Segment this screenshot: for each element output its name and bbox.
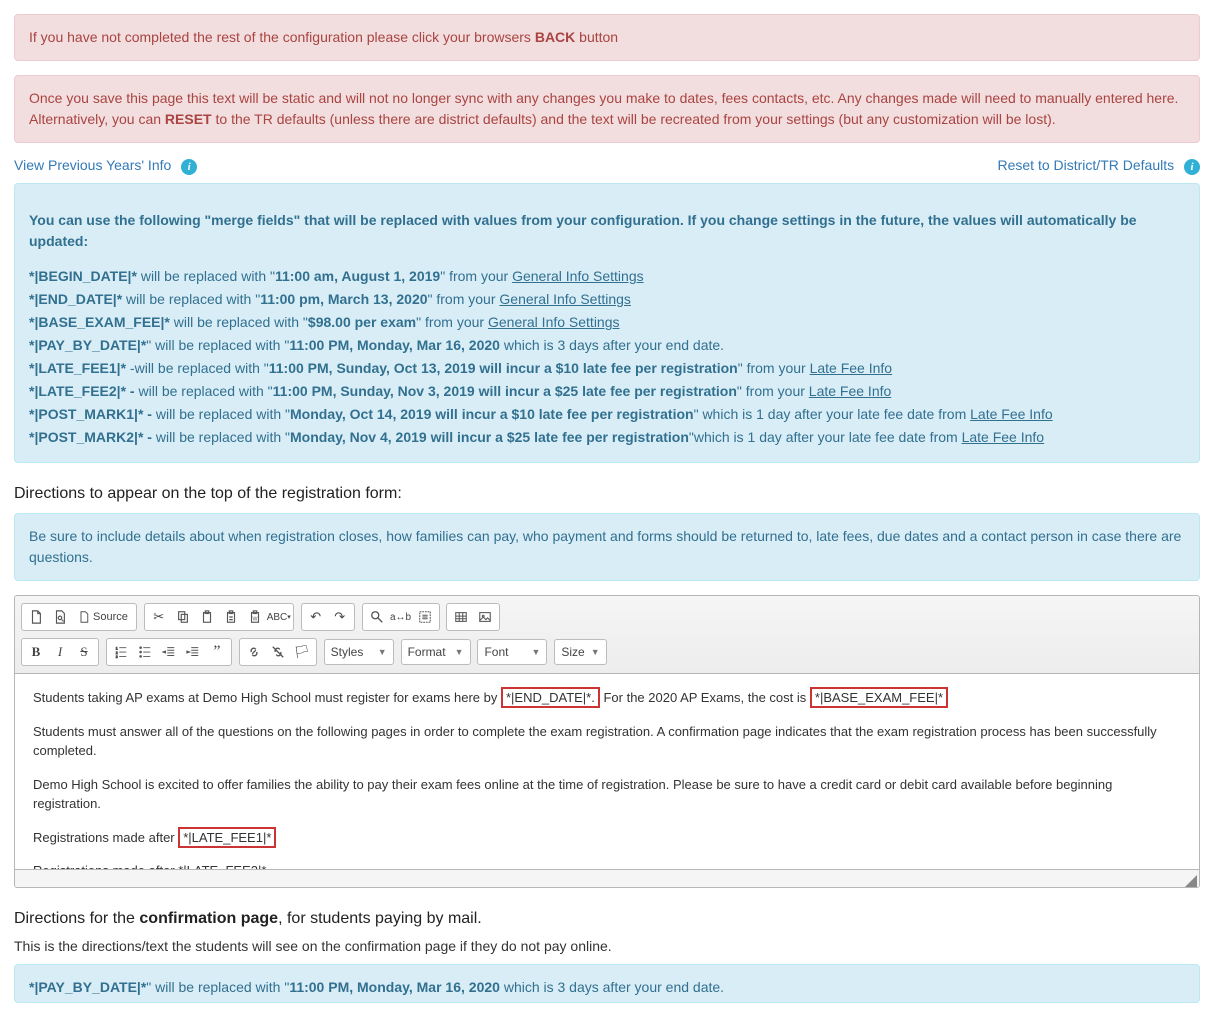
alert-save-post: to the TR defaults (unless there are dis… bbox=[212, 111, 1056, 127]
confirmation-heading: Directions for the confirmation page, fo… bbox=[14, 910, 1200, 928]
size-combo[interactable]: Size▼ bbox=[554, 639, 606, 665]
paste-icon[interactable] bbox=[195, 606, 219, 628]
reset-defaults-link[interactable]: Reset to District/TR Defaults bbox=[998, 157, 1175, 173]
bulleted-list-icon[interactable] bbox=[133, 641, 157, 663]
paste-word-icon[interactable]: W bbox=[243, 606, 267, 628]
info-icon[interactable]: i bbox=[1184, 159, 1200, 175]
merge-intro: You can use the following "merge fields"… bbox=[29, 210, 1185, 252]
view-previous-years-link[interactable]: View Previous Years' Info bbox=[14, 157, 171, 173]
info-icon[interactable]: i bbox=[181, 159, 197, 175]
svg-text:1: 1 bbox=[116, 646, 118, 650]
rich-text-editor: Source ✂ W ABC▾ ↶ ↷ bbox=[14, 595, 1200, 888]
svg-text:3: 3 bbox=[116, 655, 118, 659]
replace-icon[interactable]: a↔b bbox=[389, 606, 413, 628]
merge-field-late-fee1: *|LATE_FEE1|* bbox=[178, 827, 276, 848]
alert-back-text-pre: If you have not completed the rest of th… bbox=[29, 29, 535, 45]
styles-combo[interactable]: Styles▼ bbox=[324, 639, 394, 665]
general-info-link[interactable]: General Info Settings bbox=[488, 314, 620, 330]
late-fee-info-link[interactable]: Late Fee Info bbox=[962, 429, 1045, 445]
directions-heading: Directions to appear on the top of the r… bbox=[14, 485, 1200, 503]
blockquote-icon[interactable]: ” bbox=[205, 641, 229, 663]
font-combo[interactable]: Font▼ bbox=[477, 639, 547, 665]
select-all-icon[interactable] bbox=[413, 606, 437, 628]
unlink-icon[interactable] bbox=[266, 641, 290, 663]
preview-icon[interactable] bbox=[48, 606, 72, 628]
strike-icon[interactable]: S bbox=[72, 641, 96, 663]
paste-text-icon[interactable] bbox=[219, 606, 243, 628]
merge-late-fee1: *|LATE_FEE1|* -will be replaced with "11… bbox=[29, 358, 1185, 379]
redo-icon[interactable]: ↷ bbox=[328, 606, 352, 628]
late-fee-info-link[interactable]: Late Fee Info bbox=[810, 360, 893, 376]
source-button[interactable]: Source bbox=[72, 606, 134, 628]
late-fee-info-link[interactable]: Late Fee Info bbox=[809, 383, 892, 399]
italic-icon[interactable]: I bbox=[48, 641, 72, 663]
alert-save: Once you save this page this text will b… bbox=[14, 75, 1200, 143]
find-icon[interactable] bbox=[365, 606, 389, 628]
merge-end-date: *|END_DATE|* will be replaced with "11:0… bbox=[29, 289, 1185, 310]
link-row: View Previous Years' Info i Reset to Dis… bbox=[14, 157, 1200, 175]
alert-back-text-post: button bbox=[575, 29, 618, 45]
copy-icon[interactable] bbox=[171, 606, 195, 628]
bold-icon[interactable]: B bbox=[24, 641, 48, 663]
merge-field-end-date: *|END_DATE|*. bbox=[501, 687, 600, 708]
general-info-link[interactable]: General Info Settings bbox=[499, 291, 631, 307]
editor-footer bbox=[15, 869, 1199, 887]
link-icon[interactable] bbox=[242, 641, 266, 663]
undo-icon[interactable]: ↶ bbox=[304, 606, 328, 628]
merge-pay-by-2: *|PAY_BY_DATE|*" will be replaced with "… bbox=[29, 977, 1185, 998]
alert-back-bold: BACK bbox=[535, 29, 575, 45]
merge-pay-by: *|PAY_BY_DATE|*" will be replaced with "… bbox=[29, 335, 1185, 356]
cut-icon[interactable]: ✂ bbox=[147, 606, 171, 628]
svg-text:2: 2 bbox=[116, 651, 118, 655]
confirmation-merge-box: *|PAY_BY_DATE|*" will be replaced with "… bbox=[14, 964, 1200, 1003]
svg-text:W: W bbox=[252, 617, 257, 623]
editor-content[interactable]: Students taking AP exams at Demo High Sc… bbox=[15, 674, 1199, 869]
indent-icon[interactable] bbox=[181, 641, 205, 663]
table-icon[interactable] bbox=[449, 606, 473, 628]
alert-back: If you have not completed the rest of th… bbox=[14, 14, 1200, 61]
format-combo[interactable]: Format▼ bbox=[401, 639, 471, 665]
confirmation-subtext: This is the directions/text the students… bbox=[14, 938, 1200, 954]
merge-field-base-fee: *|BASE_EXAM_FEE|* bbox=[810, 687, 948, 708]
anchor-icon[interactable]: 🏳 bbox=[290, 641, 314, 663]
reset-link[interactable]: RESET bbox=[165, 111, 212, 127]
late-fee-info-link[interactable]: Late Fee Info bbox=[970, 406, 1053, 422]
merge-begin-date: *|BEGIN_DATE|* will be replaced with "11… bbox=[29, 266, 1185, 287]
general-info-link[interactable]: General Info Settings bbox=[512, 268, 644, 284]
merge-base-fee: *|BASE_EXAM_FEE|* will be replaced with … bbox=[29, 312, 1185, 333]
merge-post-mark1: *|POST_MARK1|* - will be replaced with "… bbox=[29, 404, 1185, 425]
merge-fields-box: You can use the following "merge fields"… bbox=[14, 183, 1200, 463]
directions-tip: Be sure to include details about when re… bbox=[14, 513, 1200, 581]
spellcheck-icon[interactable]: ABC▾ bbox=[267, 606, 291, 628]
merge-late-fee2: *|LATE_FEE2|* - will be replaced with "1… bbox=[29, 381, 1185, 402]
image-icon[interactable] bbox=[473, 606, 497, 628]
merge-post-mark2: *|POST_MARK2|* - will be replaced with "… bbox=[29, 427, 1185, 448]
new-page-icon[interactable] bbox=[24, 606, 48, 628]
editor-toolbar: Source ✂ W ABC▾ ↶ ↷ bbox=[15, 596, 1199, 674]
resize-handle-icon[interactable] bbox=[1185, 875, 1197, 887]
outdent-icon[interactable] bbox=[157, 641, 181, 663]
numbered-list-icon[interactable]: 123 bbox=[109, 641, 133, 663]
